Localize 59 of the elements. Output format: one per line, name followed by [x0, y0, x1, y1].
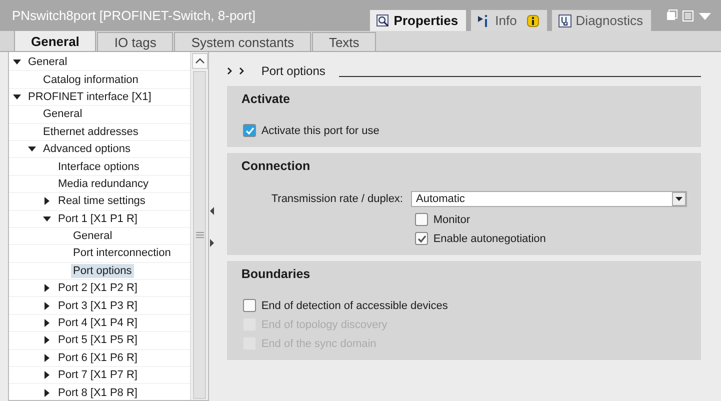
magnifier-icon: [376, 14, 390, 28]
checkbox-label: End of detection of accessible devices: [261, 300, 448, 312]
tree-item[interactable]: General: [26, 55, 70, 70]
expand-arrow-icon[interactable]: [43, 354, 51, 362]
grip-icon[interactable]: [196, 232, 204, 238]
view-tab[interactable]: Properties: [368, 9, 468, 31]
tab[interactable]: General: [14, 30, 96, 51]
tree-item[interactable]: Port 5 [X1 P5 R]: [56, 333, 140, 348]
expand-arrow-icon[interactable]: [43, 319, 51, 328]
expand-arrow-icon[interactable]: [43, 284, 51, 292]
tab[interactable]: System constants: [174, 32, 311, 51]
tree-item[interactable]: Port 3 [X1 P3 R]: [56, 298, 140, 313]
collapse-arrow-icon[interactable]: [13, 58, 21, 66]
tab[interactable]: Texts: [312, 32, 376, 51]
tree-item[interactable]: Port 7 [X1 P7 R]: [56, 368, 140, 382]
expand-arrow-icon[interactable]: [43, 336, 51, 344]
expand-arrow-icon[interactable]: [43, 302, 51, 310]
tree-item[interactable]: Port 6 [X1 P6 R]: [56, 350, 140, 365]
field-label: Transmission rate / duplex:: [271, 193, 403, 205]
section-title: Boundaries: [241, 267, 312, 281]
checkbox[interactable]: [415, 232, 428, 245]
collapse-arrow-icon[interactable]: [28, 145, 36, 154]
tree-item[interactable]: Port options: [71, 264, 134, 278]
stethoscope-icon: [558, 14, 572, 28]
tree-item[interactable]: Advanced options: [41, 142, 132, 156]
tree-item[interactable]: Port 4 [X1 P4 R]: [56, 316, 140, 330]
expand-arrow-icon[interactable]: [43, 197, 51, 206]
window-title: PNswitch8port [PROFINET-Switch, 8-port]: [12, 8, 256, 23]
checkbox-label: Enable autonegotiation: [433, 232, 546, 244]
expand-arrow-icon[interactable]: [43, 388, 51, 397]
section-title: Activate: [241, 92, 291, 106]
tree-item[interactable]: Port 8 [X1 P8 R]: [56, 386, 140, 400]
tree-item[interactable]: Media redundancy: [56, 176, 151, 191]
scrollbar[interactable]: [190, 52, 208, 400]
checkbox[interactable]: [243, 124, 256, 137]
scroll-up-icon[interactable]: [192, 53, 208, 69]
tree-item[interactable]: Port interconnection: [71, 246, 173, 260]
dropdown-field[interactable]: Automatic: [411, 191, 687, 207]
checkbox-label: Monitor: [433, 214, 470, 226]
checkbox[interactable]: [243, 299, 256, 312]
tree-item[interactable]: Port 1 [X1 P1 R]: [56, 212, 140, 226]
collapse-arrow-icon[interactable]: [13, 92, 21, 101]
tree-item[interactable]: Port 2 [X1 P2 R]: [56, 281, 140, 296]
view-tab[interactable]: Diagnostics: [550, 9, 652, 31]
tree-item[interactable]: General: [41, 107, 84, 122]
collapse-arrow-icon[interactable]: [43, 214, 51, 223]
tree-item[interactable]: Interface options: [56, 160, 142, 174]
tree-item[interactable]: PROFINET interface [X1]: [26, 90, 154, 104]
tab[interactable]: IO tags: [97, 32, 174, 51]
checkbox[interactable]: [415, 213, 428, 226]
section-title: Connection: [241, 159, 312, 173]
expand-arrow-icon[interactable]: [43, 371, 51, 380]
checkbox-label: Activate this port for use: [261, 124, 380, 136]
tree-item[interactable]: Ethernet addresses: [41, 124, 140, 139]
breadcrumb-title: Port options: [261, 64, 326, 78]
tree-item[interactable]: General: [71, 229, 114, 244]
tree-item[interactable]: Catalog information: [41, 72, 140, 87]
tree-item[interactable]: Real time settings: [56, 194, 148, 208]
view-tab[interactable]: Info: [470, 9, 548, 31]
